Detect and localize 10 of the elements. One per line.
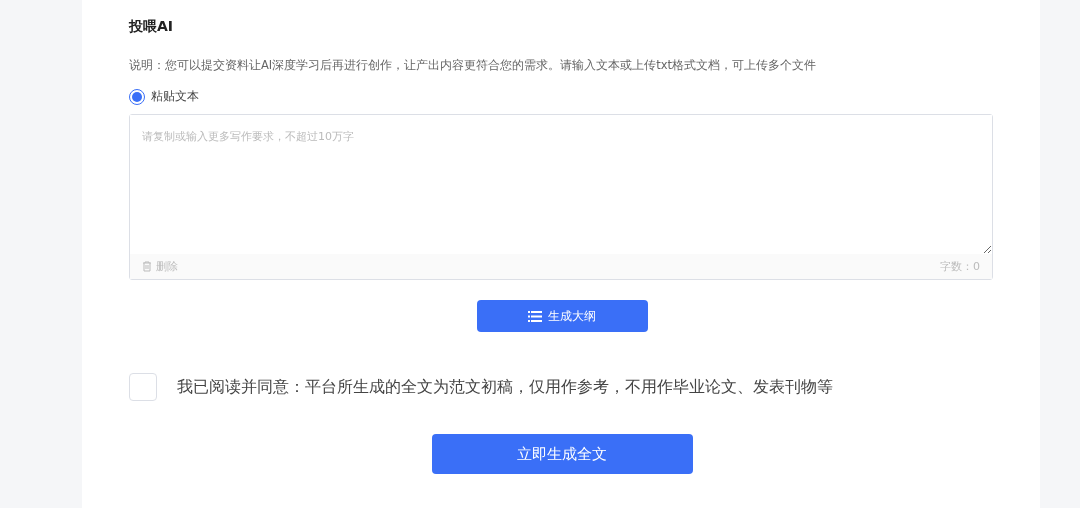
description-text: 说明：您可以提交资料让AI深度学习后再进行创作，让产出内容更符合您的需求。请输入文本或上传txt格式文档，可上传多个文件	[129, 58, 818, 73]
list-icon	[528, 310, 542, 322]
section-title: 投喂AI	[129, 18, 175, 36]
generate-outline-button[interactable]: 生成大纲	[476, 300, 648, 332]
trash-icon	[142, 261, 152, 272]
char-count: 字数：0	[940, 259, 980, 274]
generate-full-text-button[interactable]: 立即生成全文	[431, 434, 693, 474]
agreement-text: 我已阅读并同意：平台所生成的全文为范文初稿，仅用作参考，不用作毕业论文、发表刊物等	[177, 376, 833, 398]
radio-label[interactable]: 粘贴文本	[151, 88, 199, 105]
agree-checkbox[interactable]	[129, 373, 157, 401]
